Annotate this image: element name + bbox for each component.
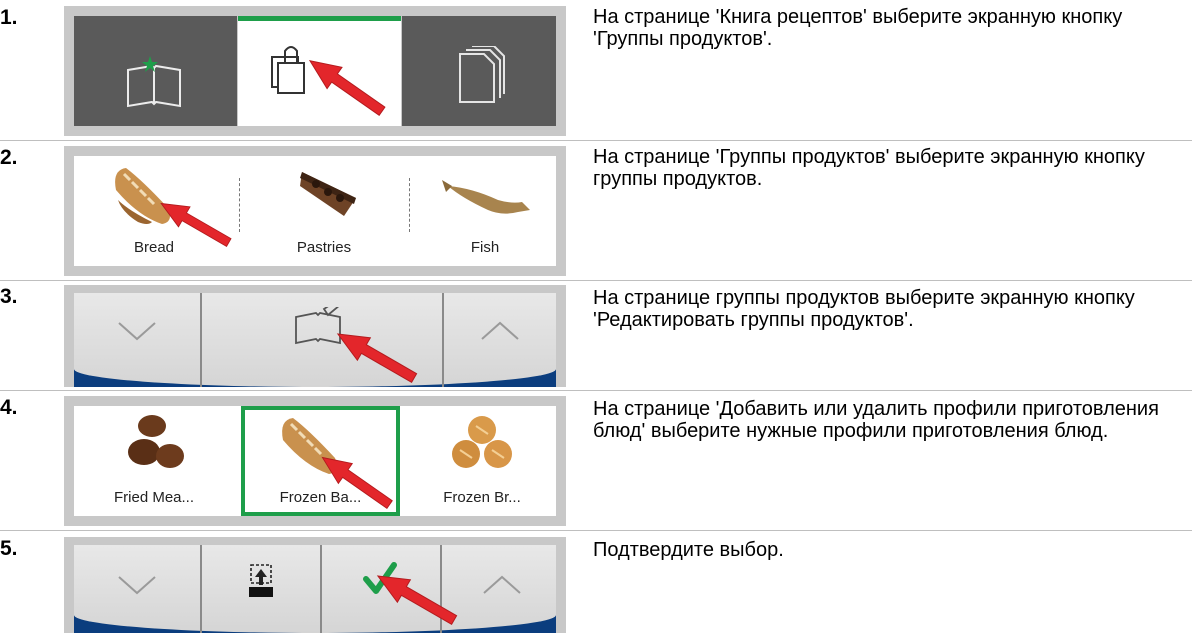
copy-button[interactable] [402,16,556,126]
profile-fried-meat[interactable]: Fried Mea... [74,406,234,516]
step-number: 4. [0,396,18,419]
upload-button[interactable] [202,545,322,633]
row-separator [0,140,1192,141]
product-group-pastries[interactable]: Pastries [244,156,404,266]
confirm-button[interactable] [322,545,458,633]
product-group-fish[interactable]: Fish [414,156,556,266]
step-text: На странице 'Группы продуктов' выберите … [593,146,1145,190]
step-text: На странице 'Книга рецептов' выберите эк… [593,6,1123,50]
profile-label: Frozen Br... [443,489,521,506]
step5-screenshot [64,537,566,633]
product-group-label: Pastries [296,239,352,256]
chevron-down-icon [118,322,156,341]
profile-frozen-baguette[interactable]: Frozen Ba... [241,406,400,516]
fish-image [442,180,530,214]
product-group-label: Fish [470,239,500,256]
chevron-down-icon [118,576,156,595]
step-number: 3. [0,285,18,308]
scroll-up-button[interactable] [442,545,556,633]
row-separator [0,530,1192,531]
scroll-down-button[interactable] [74,545,202,633]
chevron-up-icon [483,575,521,594]
chevron-up-icon [481,321,519,340]
step2-screenshot: Bread Pastries Fish [64,146,566,276]
recipe-book-button[interactable] [74,16,237,126]
scroll-down-button[interactable] [74,293,202,387]
step-number: 5. [0,537,18,560]
step-text: На странице 'Добавить или удалить профил… [593,398,1159,442]
profile-frozen-bread-rolls[interactable]: Frozen Br... [408,406,556,516]
pointer-arrow-icon [331,323,420,390]
divider [239,178,240,232]
row-separator [0,390,1192,391]
product-group-bread[interactable]: Bread [74,156,234,266]
profile-label: Frozen Ba... [279,489,362,506]
product-group-label: Bread [133,239,175,256]
step3-screenshot [64,285,566,387]
step-number: 1. [0,6,18,29]
pastry-image [300,172,356,216]
step4-screenshot: Fried Mea... Frozen Ba... Frozen Br... [64,396,566,526]
row-separator [0,280,1192,281]
recipe-book-icon [127,56,181,108]
step-text: Подтвердите выбор. [593,539,784,561]
copy-pages-icon [459,46,505,103]
edit-product-groups-button[interactable] [202,293,444,387]
scroll-up-button[interactable] [444,293,556,387]
profile-label: Fried Mea... [113,489,195,506]
upload-icon [249,564,273,597]
fried-meat-image [128,415,184,468]
product-groups-button[interactable] [238,16,401,126]
step-number: 2. [0,146,18,169]
step-text: На странице группы продуктов выберите эк… [593,287,1135,331]
bread-rolls-image [452,416,512,468]
step1-screenshot [64,6,566,136]
divider [409,178,410,232]
